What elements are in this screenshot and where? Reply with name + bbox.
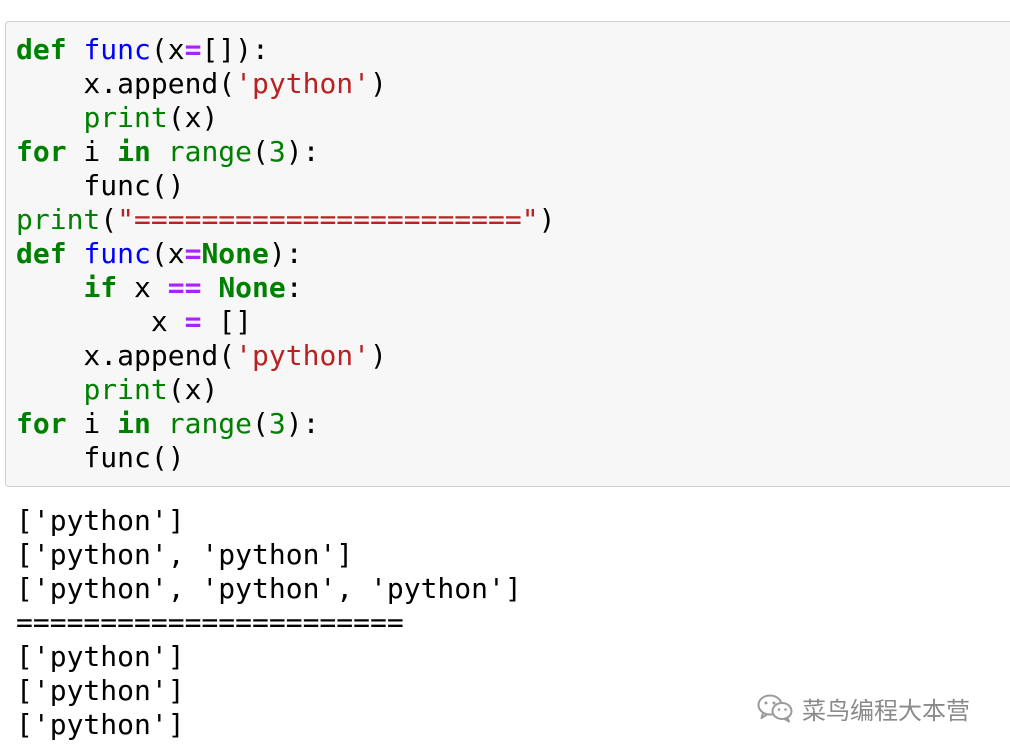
code-token: ) — [370, 339, 387, 372]
code-token: print — [16, 203, 101, 236]
watermark-text: 菜鸟编程大本营 — [802, 696, 970, 725]
code-token: (x) — [167, 373, 219, 406]
code-token: None — [201, 237, 269, 270]
code-editor[interactable]: def func(x=[]): x.append('python') print… — [16, 33, 555, 475]
code-token: = — [184, 237, 202, 270]
output-line: ['python', 'python', 'python'] — [16, 572, 522, 605]
code-token: x.append( — [16, 67, 236, 100]
code-token: def — [16, 33, 67, 66]
code-token: in — [117, 135, 151, 168]
code-line[interactable]: func() — [16, 169, 555, 203]
code-line[interactable]: for i in range(3): — [16, 407, 555, 441]
code-cell[interactable]: def func(x=[]): x.append('python') print… — [5, 21, 1010, 487]
code-token: = — [184, 305, 202, 338]
code-token: print — [83, 101, 168, 134]
output-line: ======================= — [16, 606, 404, 639]
code-line[interactable]: for i in range(3): — [16, 135, 555, 169]
output-line: ['python'] — [16, 640, 185, 673]
code-token: == — [167, 271, 202, 304]
code-token: def — [16, 237, 67, 270]
code-token: x — [16, 305, 185, 338]
code-token: x — [117, 271, 168, 304]
code-token: func() — [16, 441, 185, 474]
code-token: i — [66, 135, 118, 168]
code-token: func — [83, 33, 151, 66]
output-line: ['python'] — [16, 504, 185, 537]
watermark: 菜鸟编程大本营 — [756, 688, 970, 728]
code-token: : — [285, 271, 303, 304]
code-token: (x) — [167, 101, 219, 134]
code-token: (x — [150, 33, 185, 66]
code-token: range — [167, 135, 253, 168]
code-token: None — [218, 271, 286, 304]
code-token: for — [16, 407, 67, 440]
code-token: ): — [268, 237, 303, 270]
code-line[interactable]: x.append('python') — [16, 339, 555, 373]
code-token: 3 — [268, 135, 286, 168]
code-token: "=======================" — [117, 203, 539, 236]
cell-output: ['python'] ['python', 'python'] ['python',… — [16, 504, 522, 742]
output-line: ['python'] — [16, 708, 185, 741]
code-token: ( — [252, 135, 269, 168]
code-line[interactable]: print(x) — [16, 373, 555, 407]
code-token: ): — [285, 407, 320, 440]
code-token: in — [117, 407, 151, 440]
output-line: ['python', 'python'] — [16, 538, 354, 571]
code-line[interactable]: x = [] — [16, 305, 555, 339]
code-token: ): — [285, 135, 320, 168]
code-line[interactable]: def func(x=[]): — [16, 33, 555, 67]
code-token: func() — [16, 169, 185, 202]
wechat-icon — [756, 693, 794, 723]
code-token: ( — [252, 407, 269, 440]
code-line[interactable]: x.append('python') — [16, 67, 555, 101]
code-line[interactable]: def func(x=None): — [16, 237, 555, 271]
code-token: [] — [201, 305, 253, 338]
code-token: 'python' — [235, 339, 371, 372]
code-line[interactable]: if x == None: — [16, 271, 555, 305]
code-token: []): — [201, 33, 269, 66]
code-line[interactable]: print(x) — [16, 101, 555, 135]
code-token: = — [184, 33, 202, 66]
code-token: 3 — [268, 407, 286, 440]
code-token: ) — [538, 203, 556, 236]
code-token: range — [167, 407, 253, 440]
code-token: ( — [100, 203, 118, 236]
code-token: if — [83, 271, 118, 304]
code-token: func — [83, 237, 151, 270]
output-line: ['python'] — [16, 674, 185, 707]
code-line[interactable]: print("=======================") — [16, 203, 555, 237]
code-token: i — [66, 407, 118, 440]
code-token: for — [16, 135, 67, 168]
code-line[interactable]: func() — [16, 441, 555, 475]
code-token: x.append( — [16, 339, 236, 372]
code-token: (x — [150, 237, 185, 270]
code-token: print — [83, 373, 168, 406]
code-token: 'python' — [235, 67, 371, 100]
code-token: ) — [370, 67, 387, 100]
